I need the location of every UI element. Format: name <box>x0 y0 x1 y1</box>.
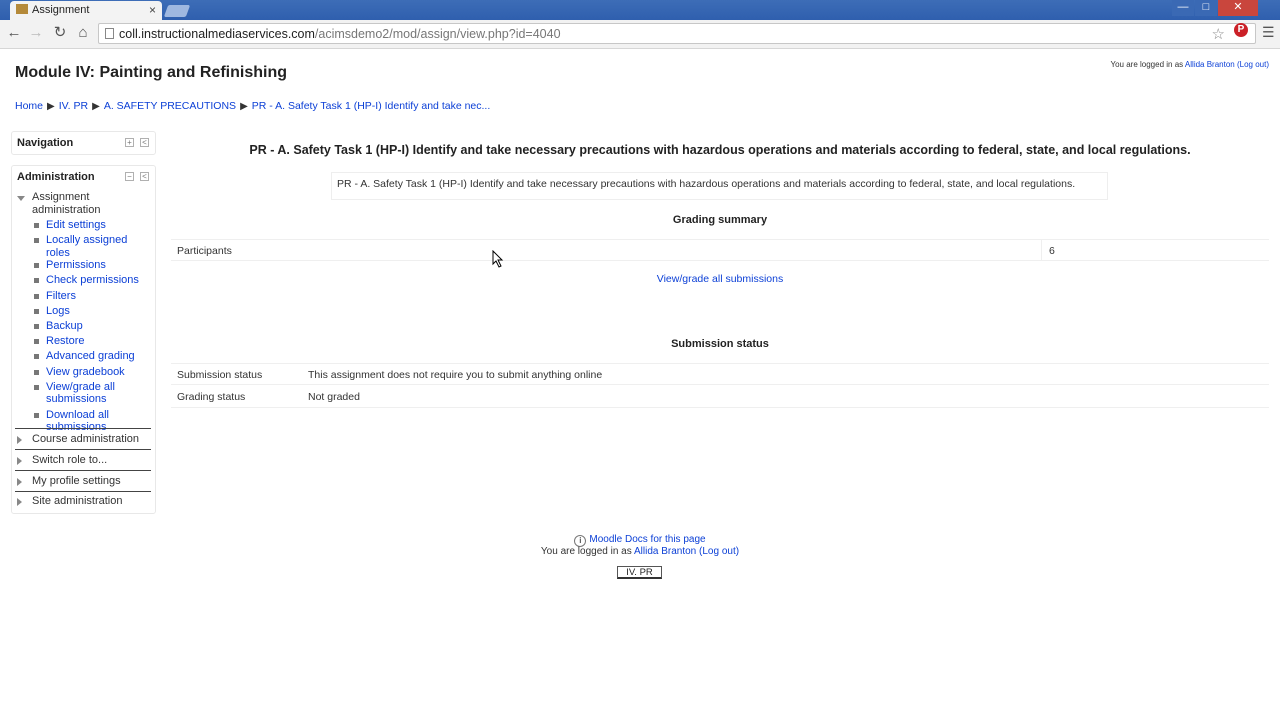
admin-item-check-permissions[interactable]: Check permissions <box>34 274 152 289</box>
submission-status-value: This assignment does not require you to … <box>308 369 603 381</box>
collapsed-triangle-icon <box>17 457 22 465</box>
bullet-icon <box>34 384 39 390</box>
expanded-triangle-icon <box>17 196 25 201</box>
moodle-favicon-icon <box>16 4 28 14</box>
course-home-button[interactable]: IV. PR <box>617 566 662 579</box>
bookmark-star-icon[interactable]: ☆ <box>1212 25 1225 43</box>
bullet-icon <box>34 354 39 360</box>
breadcrumb-course[interactable]: IV. PR <box>59 100 88 112</box>
forward-arrow-icon[interactable]: → <box>27 24 45 42</box>
navigation-block: Navigation + < <box>11 131 156 155</box>
navigation-block-title[interactable]: Navigation <box>17 137 73 149</box>
admin-item-restore[interactable]: Restore <box>34 335 152 350</box>
assignment-intro: PR - A. Safety Task 1 (HP-I) Identify an… <box>331 172 1108 200</box>
footer-login-info: You are logged in as Allida Branton (Log… <box>540 546 740 557</box>
breadcrumb-separator-icon: ▶ <box>240 101 248 112</box>
view-grade-submissions-link-wrap: View/grade all submissions <box>172 273 1268 285</box>
bullet-icon <box>34 339 39 345</box>
submission-status-label: Submission status <box>177 369 263 381</box>
url-text: coll.instructionalmediaservices.com/acim… <box>119 27 561 41</box>
new-tab-button[interactable] <box>163 5 191 17</box>
breadcrumb-home[interactable]: Home <box>15 100 43 112</box>
collapsed-triangle-icon <box>17 478 22 486</box>
admin-item-view-gradebook[interactable]: View gradebook <box>34 366 152 381</box>
bullet-icon <box>34 263 39 269</box>
submission-status-heading: Submission status <box>671 338 769 350</box>
admin-item-advanced-grading[interactable]: Advanced grading <box>34 350 152 365</box>
bullet-icon <box>34 412 39 418</box>
submission-status-row: Submission status This assignment does n… <box>171 363 1269 385</box>
maximize-button[interactable]: □ <box>1195 0 1217 16</box>
bullet-icon <box>34 223 39 228</box>
back-arrow-icon[interactable]: ← <box>5 24 23 42</box>
login-info: You are logged in as Allida Branton (Log… <box>1110 60 1269 69</box>
breadcrumb-section[interactable]: A. SAFETY PRECAUTIONS <box>104 100 236 112</box>
grading-status-value: Not graded <box>308 391 360 403</box>
browser-toolbar: ← → ↻ ⌂ coll.instructionalmediaservices.… <box>0 20 1280 49</box>
reload-icon[interactable]: ↻ <box>51 24 69 42</box>
browser-tab[interactable]: Assignment × <box>10 1 162 20</box>
tab-title: Assignment <box>32 4 90 16</box>
window-close-button[interactable]: ✕ <box>1218 0 1258 16</box>
participants-count: 6 <box>1049 245 1055 257</box>
bullet-icon <box>34 323 39 329</box>
chrome-menu-icon[interactable]: ☰ <box>1262 24 1275 41</box>
page-title: Module IV: Painting and Refinishing <box>15 64 287 81</box>
admin-item-edit-settings[interactable]: Edit settings <box>34 219 152 234</box>
minimize-button[interactable]: — <box>1172 0 1194 16</box>
logout-link[interactable]: (Log out) <box>1237 60 1269 69</box>
divider <box>15 491 151 492</box>
address-bar[interactable]: coll.instructionalmediaservices.com/acim… <box>98 23 1256 44</box>
participants-row: Participants 6 <box>171 239 1269 261</box>
cell-divider <box>1041 240 1042 260</box>
browser-tab-bar: Assignment × — □ ✕ <box>0 0 1280 20</box>
collapsed-triangle-icon <box>17 436 22 444</box>
footer-user-link[interactable]: Allida Branton <box>634 546 696 557</box>
collapse-icon[interactable]: < <box>140 172 149 181</box>
tab-close-icon[interactable]: × <box>149 3 156 17</box>
bullet-icon <box>34 308 39 314</box>
divider <box>15 428 151 429</box>
dock-icon[interactable]: − <box>125 172 134 181</box>
bullet-icon <box>34 293 39 299</box>
grading-summary-heading: Grading summary <box>672 214 768 226</box>
admin-item-locally-assigned-roles[interactable]: Locally assigned roles <box>34 234 152 259</box>
moodle-docs-link[interactable]: Moodle Docs for this page <box>589 534 705 545</box>
admin-item-logs[interactable]: Logs <box>34 305 152 320</box>
breadcrumb: Home ▶ IV. PR ▶ A. SAFETY PRECAUTIONS ▶ PR - A… <box>15 100 490 112</box>
mouse-cursor-icon <box>492 250 504 268</box>
divider <box>15 470 151 471</box>
admin-item-backup[interactable]: Backup <box>34 320 152 335</box>
breadcrumb-separator-icon: ▶ <box>47 101 55 112</box>
page-icon <box>105 28 114 39</box>
admin-item-view-grade-all[interactable]: View/grade all submissions <box>34 381 152 409</box>
administration-block-title[interactable]: Administration <box>17 171 95 183</box>
grading-status-label: Grading status <box>177 391 246 403</box>
bullet-icon <box>34 278 39 284</box>
view-grade-submissions-link[interactable]: View/grade all submissions <box>657 273 783 285</box>
participants-label: Participants <box>177 245 232 257</box>
divider <box>15 449 151 450</box>
collapse-icon[interactable]: < <box>140 138 149 147</box>
assignment-administration-node[interactable]: Assignment administration <box>17 191 142 217</box>
assignment-admin-list: Edit settings Locally assigned roles Per… <box>34 219 152 437</box>
breadcrumb-separator-icon: ▶ <box>92 101 100 112</box>
bullet-icon <box>34 238 39 244</box>
admin-item-filters[interactable]: Filters <box>34 290 152 305</box>
bullet-icon <box>34 369 39 375</box>
footer-logout-link[interactable]: (Log out) <box>699 546 739 557</box>
breadcrumb-assignment[interactable]: PR - A. Safety Task 1 (HP-I) Identify an… <box>252 100 491 112</box>
grading-status-row: Grading status Not graded <box>171 386 1269 408</box>
collapsed-triangle-icon <box>17 498 22 506</box>
admin-item-permissions[interactable]: Permissions <box>34 259 152 274</box>
dock-icon[interactable]: + <box>125 138 134 147</box>
assignment-title: PR - A. Safety Task 1 (HP-I) Identify an… <box>249 143 1191 157</box>
user-link[interactable]: Allida Branton <box>1185 60 1235 69</box>
pinterest-icon[interactable]: P <box>1234 23 1248 37</box>
home-icon[interactable]: ⌂ <box>74 24 92 42</box>
